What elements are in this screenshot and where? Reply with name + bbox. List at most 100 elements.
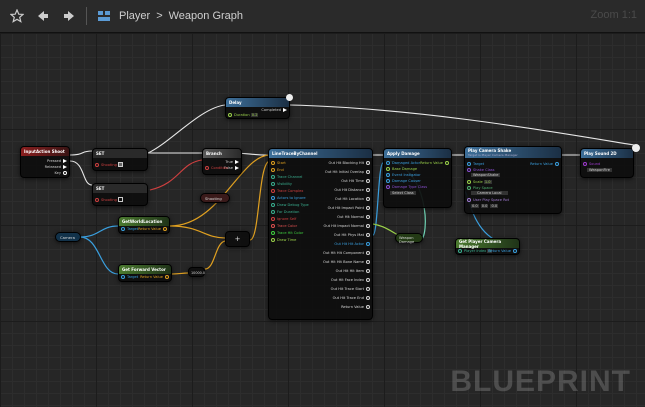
duration-pin[interactable]: Duration 0.2 [226, 113, 259, 117]
released-pin[interactable]: Released [45, 165, 69, 169]
speaker-icon [632, 144, 640, 152]
apply-damage-node[interactable]: Apply Damage Damaged Actor Base Damage E… [383, 148, 452, 208]
toolbar-divider [86, 7, 87, 25]
get-forward-vector-node[interactable]: Get Forward Vector Target Return Value [118, 264, 172, 282]
scale-pin[interactable]: Scale 1.0 [465, 180, 492, 184]
line-trace-output-pin[interactable]: Out Hit Hit Actor [334, 242, 372, 246]
user-rot-pin[interactable]: User Play Space Rot [465, 198, 509, 202]
line-trace-input-pin[interactable]: Ignore Self [269, 217, 296, 221]
pressed-pin[interactable]: Pressed [47, 159, 69, 163]
clock-icon [286, 94, 293, 101]
line-trace-input-pin[interactable]: Trace Channel [269, 175, 302, 179]
shooting-variable-node[interactable]: Shooting [200, 193, 230, 203]
line-trace-output-pin[interactable]: Out Hit Trace End [333, 296, 372, 300]
branch-node[interactable]: Branch True False Condition [202, 148, 242, 175]
add-operator: + [234, 235, 241, 243]
line-trace-input-pin[interactable]: Visibility [269, 182, 292, 186]
graph-canvas[interactable]: InputAction Shoot Pressed Released Key S… [0, 33, 645, 407]
line-trace-input-pin[interactable]: Trace Hit Color [269, 231, 303, 235]
camera-variable-node[interactable]: Camera [55, 232, 81, 242]
line-trace-output-pin[interactable]: Return Value [341, 305, 372, 309]
line-trace-input-pin[interactable]: End [269, 168, 284, 172]
user-rot-fields[interactable]: 0.0 0.0 0.0 [471, 204, 499, 208]
checkbox-checked[interactable] [118, 162, 124, 167]
weapon-damage-variable-node[interactable]: Weapon Damage [395, 233, 423, 244]
set-shooting-false-node[interactable]: SET Shooting [92, 183, 148, 206]
forward-arrow-icon[interactable] [60, 7, 78, 25]
target-pin[interactable]: Target [119, 227, 138, 231]
return-value-pin[interactable]: Return Value [488, 249, 519, 253]
condition-pin[interactable]: Condition [203, 166, 228, 170]
shooting-pin[interactable]: Shooting [93, 197, 124, 202]
node-title: LineTraceByChannel [272, 151, 318, 156]
play-space-select[interactable]: Camera Local [471, 191, 508, 195]
key-pin[interactable]: Key [54, 171, 69, 175]
node-title: Apply Damage [387, 151, 420, 156]
sound-select[interactable]: WeaponFire [587, 168, 612, 172]
graph-grid-icon [95, 7, 113, 25]
back-arrow-icon[interactable] [34, 7, 52, 25]
line-trace-input-pin[interactable]: Start [269, 161, 286, 165]
line-trace-output-pin[interactable]: Out Hit Hit Component [323, 251, 372, 255]
delay-node[interactable]: Delay Completed Duration 0.2 [225, 97, 290, 119]
line-trace-node[interactable]: LineTraceByChannel Start End Trace Channel… [268, 148, 373, 320]
line-trace-output-pin[interactable]: Out Hit Blocking Hit [329, 161, 372, 165]
breadcrumb-separator: > [156, 10, 163, 22]
damage-causer-pin[interactable]: Damage Causer [384, 179, 421, 183]
damage-type-pin[interactable]: Damage Type Class [384, 185, 427, 189]
breadcrumb-root[interactable]: Player [119, 10, 150, 22]
line-trace-output-pin[interactable]: Out Hit Impact Normal [324, 224, 372, 228]
line-trace-output-pin[interactable]: Out Hit Impact Point [328, 206, 372, 210]
return-value-pin[interactable]: Return Value [530, 162, 561, 166]
target-pin[interactable]: Target [465, 162, 484, 166]
play-sound-node[interactable]: Play Sound 2D Sound WeaponFire [580, 148, 634, 178]
line-trace-input-pin[interactable]: Actors to Ignore [269, 196, 306, 200]
node-title: SET [96, 151, 105, 156]
line-trace-input-pin[interactable]: Draw Time [269, 238, 296, 242]
play-camera-shake-node[interactable]: Play Camera Shake Target is Player Camer… [464, 146, 562, 214]
node-title: SET [96, 186, 105, 191]
line-trace-input-pin[interactable]: For Duration [269, 210, 299, 214]
multiply-vector-node[interactable]: 10000.0 [188, 267, 205, 277]
node-title: Get Forward Vector [122, 267, 166, 272]
return-value-pin[interactable]: Return Value [420, 161, 451, 165]
base-damage-pin[interactable]: Base Damage [384, 167, 417, 171]
star-icon[interactable] [8, 7, 26, 25]
return-value-pin[interactable]: Return Value [140, 275, 171, 279]
event-instigator-pin[interactable]: Event Instigator [384, 173, 421, 177]
line-trace-output-pin[interactable]: Out Hit Phys Mat [334, 233, 372, 237]
variable-label: Weapon Damage [399, 236, 415, 244]
input-action-node[interactable]: InputAction Shoot Pressed Released Key [20, 146, 70, 178]
damaged-actor-pin[interactable]: Damaged Actor [384, 161, 420, 165]
get-player-camera-manager-node[interactable]: Get Player Camera Manager Player Index 0… [455, 238, 520, 255]
shooting-pin[interactable]: Shooting [93, 162, 124, 167]
true-pin[interactable]: True [225, 160, 241, 164]
get-world-location-node[interactable]: GetWorldLocation Target Return Value [118, 216, 170, 234]
add-vector-node[interactable]: + [225, 231, 250, 247]
set-shooting-true-node[interactable]: SET Shooting [92, 148, 148, 171]
completed-pin[interactable]: Completed [261, 108, 289, 112]
line-trace-output-pin[interactable]: Out Hit Normal [337, 215, 372, 219]
line-trace-output-pin[interactable]: Out Hit Hit Item [336, 269, 372, 273]
line-trace-output-pin[interactable]: Out Hit Time [341, 179, 372, 183]
line-trace-output-pin[interactable]: Out Hit Distance [334, 188, 372, 192]
shake-class-select[interactable]: WeaponShake [471, 173, 501, 177]
line-trace-input-pin[interactable]: Trace Color [269, 224, 297, 228]
sound-pin[interactable]: Sound [581, 162, 600, 166]
play-space-pin[interactable]: Play Space [465, 186, 493, 190]
line-trace-output-pin[interactable]: Out Hit Hit Bone Name [323, 260, 372, 264]
blueprint-watermark: BLUEPRINT [450, 365, 631, 398]
node-title: Get Player Camera Manager [459, 238, 502, 249]
player-index-pin[interactable]: Player Index 0 [456, 249, 492, 253]
return-value-pin[interactable]: Return Value [138, 227, 169, 231]
line-trace-output-pin[interactable]: Out Hit Initial Overlap [325, 170, 372, 174]
target-pin[interactable]: Target [119, 275, 138, 279]
line-trace-output-pin[interactable]: Out Hit Location [335, 197, 372, 201]
line-trace-output-pin[interactable]: Out Hit Trace Start [331, 287, 372, 291]
checkbox-unchecked[interactable] [118, 197, 124, 202]
line-trace-output-pin[interactable]: Out Hit Face Index [331, 278, 372, 282]
damage-class-select[interactable]: Select Class [390, 191, 416, 195]
shake-class-pin[interactable]: Shake Class [465, 168, 495, 172]
line-trace-input-pin[interactable]: Trace Complex [269, 189, 303, 193]
line-trace-input-pin[interactable]: Draw Debug Type [269, 203, 309, 207]
